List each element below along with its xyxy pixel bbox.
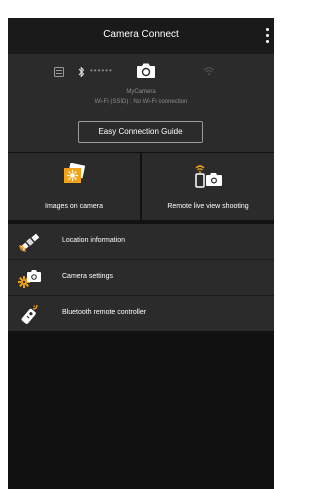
remote-live-view-label: Remote live view shooting xyxy=(167,203,249,210)
camera-settings-item[interactable]: Camera settings xyxy=(8,260,274,295)
images-icon xyxy=(64,163,86,183)
images-on-camera-label: Images on camera xyxy=(45,203,103,210)
app-title: Camera Connect xyxy=(103,29,179,40)
camera-settings-label: Camera settings xyxy=(62,273,113,280)
wifi-icon xyxy=(203,67,215,76)
remote-live-view-tile[interactable]: Remote live view shooting xyxy=(142,153,274,220)
camera-icon xyxy=(137,63,155,78)
more-vertical-icon xyxy=(266,28,269,31)
wifi-ssid-status: Wi-Fi (SSID) : No Wi-Fi connection xyxy=(94,99,188,105)
feature-grid: Images on camera Remote live view shooti… xyxy=(8,153,274,220)
connection-dots: •••••• xyxy=(90,66,113,75)
bluetooth-remote-controller-label: Bluetooth remote controller xyxy=(62,309,147,316)
connection-panel: •••••• MyCamera Wi-Fi (SSID) : No Wi-Fi … xyxy=(8,54,274,152)
camera-name: MyCamera xyxy=(126,89,156,95)
satellite-icon xyxy=(19,233,40,252)
app-header: Camera Connect xyxy=(8,18,274,54)
connection-status-row: •••••• xyxy=(8,60,274,82)
app-screen: Camera Connect •••••• MyCamera Wi-Fi (SS… xyxy=(8,18,274,489)
bluetooth-remote-controller-item[interactable]: Bluetooth remote controller xyxy=(8,296,274,331)
images-on-camera-tile[interactable]: Images on camera xyxy=(8,153,140,220)
bluetooth-remote-icon xyxy=(21,304,38,324)
location-information-item[interactable]: Location information xyxy=(8,224,274,259)
menu-list: Location information Camera settings Blu… xyxy=(8,224,274,331)
camera-settings-icon xyxy=(18,270,41,288)
camera-list-icon xyxy=(54,67,64,77)
easy-connection-guide-button[interactable]: Easy Connection Guide xyxy=(78,121,203,143)
overflow-menu-button[interactable] xyxy=(262,24,272,48)
location-information-label: Location information xyxy=(62,237,126,244)
bluetooth-icon xyxy=(78,66,85,78)
remote-live-view-icon xyxy=(195,165,222,188)
